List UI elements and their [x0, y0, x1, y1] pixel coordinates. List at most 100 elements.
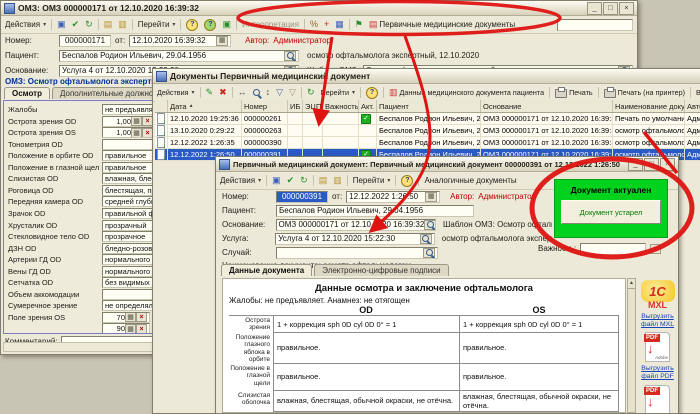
maximize-button[interactable]: □ — [644, 158, 659, 171]
column-header[interactable]: Дата▲ — [168, 100, 242, 112]
copy-button[interactable]: ▤ — [317, 175, 330, 186]
all-documents-menu[interactable]: Все документы▾ — [694, 87, 700, 98]
column-header[interactable]: Важность — [323, 100, 359, 112]
calculator-icon[interactable]: ▦ — [125, 324, 136, 334]
sort-button[interactable]: ↕ — [264, 87, 273, 98]
calculator-icon[interactable]: ▦ — [125, 312, 136, 322]
search-icon[interactable] — [420, 234, 432, 244]
table-row[interactable]: ↓12.10.2020 19:25:36000000261✓Беспалов Р… — [155, 113, 700, 125]
service-field[interactable]: Услуга 4 от 12.10.2020 15:22:30 — [275, 233, 435, 245]
reread-button[interactable]: ↻ — [83, 19, 95, 30]
column-header[interactable]: Номер — [242, 100, 288, 112]
restore-button[interactable]: ↔ — [236, 87, 249, 98]
case-field[interactable] — [276, 247, 438, 259]
scroll-up-icon[interactable]: ▲ — [628, 279, 635, 289]
column-header[interactable]: Наименование документа — [613, 100, 685, 112]
tab-digital-signatures[interactable]: Электронно-цифровые подписи — [314, 264, 448, 276]
calculator-icon[interactable]: ▦ — [131, 128, 142, 138]
percent-button[interactable]: % — [308, 19, 320, 30]
minimize-button[interactable]: _ — [587, 2, 602, 15]
find-button[interactable] — [251, 88, 262, 97]
patient-field[interactable]: Беспалов Родион Ильевич, 29.04.1956 — [276, 205, 474, 217]
delete-button[interactable]: ✖ — [217, 87, 229, 98]
similar-docs-button[interactable]: Аналогичные документы — [422, 175, 518, 186]
actions-menu[interactable]: Действия▾ — [155, 87, 197, 98]
patient-field[interactable]: Беспалов Родион Ильевич, 29.04.1956 — [59, 50, 299, 62]
copy-button[interactable]: ▤ — [102, 19, 115, 30]
close-button[interactable]: × — [660, 158, 675, 171]
refresh-button[interactable]: ↻ — [305, 87, 317, 98]
search-icon[interactable] — [423, 248, 435, 258]
table-row[interactable]: ↓13.10.2020 0:29:22000000263Беспалов Род… — [155, 125, 700, 137]
patient-doc-data-button[interactable]: ▥Данные медицинского документа пациента — [387, 87, 546, 98]
exam-value-field[interactable]: 1,00▦× — [102, 116, 156, 127]
help-button[interactable]: ? — [184, 18, 200, 32]
calendar-icon[interactable]: ▦ — [216, 36, 228, 46]
calendar-icon[interactable]: ▦ — [425, 192, 437, 202]
goto-menu[interactable]: Перейти▾ — [136, 19, 178, 30]
filter-off-button[interactable]: ▽ — [287, 87, 298, 98]
column-header[interactable]: ИБ — [288, 100, 303, 112]
print-button[interactable]: Печать — [553, 86, 595, 99]
save-post-button[interactable]: ▣ — [220, 19, 233, 30]
table-cell: 12.12.2022 1:26:35 — [168, 137, 242, 148]
close-button[interactable]: × — [619, 2, 634, 15]
grid-button[interactable]: ▦ — [333, 19, 346, 30]
table-row[interactable]: ↓12.12.2022 1:26:35000000390Беспалов Род… — [155, 137, 700, 149]
edit-button[interactable]: ✎ — [204, 87, 216, 98]
exam-value-field[interactable]: 70▦× — [102, 312, 150, 323]
date-field[interactable]: 12.12.2022 1:26:50▦ — [346, 191, 440, 203]
export-mxl-link[interactable]: Выгрузить файл MXL — [638, 313, 678, 329]
goto-menu[interactable]: Перейти▾ — [319, 87, 358, 98]
actions-menu[interactable]: Действия▾ — [218, 175, 263, 186]
post-button[interactable]: ✔ — [70, 19, 82, 30]
save-close-button[interactable]: ▣ — [270, 175, 283, 186]
minimize-button[interactable]: _ — [628, 158, 643, 171]
clear-icon[interactable]: × — [136, 324, 147, 334]
add-button[interactable]: + — [322, 19, 331, 30]
help2-button[interactable]: ? — [202, 18, 218, 32]
primary-docs-button[interactable]: ▤Первичные медицинские документы — [367, 19, 517, 30]
number-field[interactable]: 000000171 — [59, 35, 111, 47]
search-icon[interactable] — [424, 220, 436, 230]
column-header[interactable]: ЭЦП — [303, 100, 323, 112]
exam-value-field[interactable]: 90▦× — [102, 323, 150, 334]
filter-button[interactable]: ▽ — [274, 87, 285, 98]
clear-icon[interactable]: × — [650, 244, 661, 254]
goto-menu[interactable]: Перейти▾ — [351, 175, 393, 186]
exam-value-field[interactable]: 1,00▦× — [102, 127, 156, 138]
help-button[interactable]: ? — [399, 174, 415, 188]
print-to-printer-button[interactable]: Печать (на принтер) — [602, 86, 687, 99]
date-field[interactable]: 12.10.2020 16:39:32▦ — [129, 35, 231, 47]
actions-menu[interactable]: Действия▾ — [3, 19, 48, 30]
save-close-button[interactable]: ▣ — [55, 19, 68, 30]
omz-titlebar[interactable]: ОМЗ: ОМЗ 000000171 от 12.10.2020 16:39:3… — [1, 1, 637, 16]
document-outdated-button[interactable]: Документ устарел — [561, 200, 661, 224]
omz-toolbar-input[interactable] — [557, 19, 633, 31]
column-header[interactable]: Акт. — [359, 100, 377, 112]
basis-field[interactable]: ОМЗ 000000171 от 12.10.2020 16:39:32 — [276, 219, 437, 231]
reread-button[interactable]: ↻ — [298, 175, 310, 186]
maximize-button[interactable]: □ — [603, 2, 618, 15]
column-header[interactable]: Автор — [685, 100, 700, 112]
tab-doc-data[interactable]: Данные документа — [221, 264, 312, 276]
search-icon[interactable] — [284, 51, 296, 61]
column-header[interactable]: Пациент — [377, 100, 481, 112]
importance-field[interactable] — [580, 243, 646, 255]
interpretation-button[interactable]: Интерпретация — [240, 19, 301, 30]
number-field[interactable]: 000000391 — [276, 191, 328, 203]
help-button[interactable]: ? — [364, 86, 380, 100]
column-header[interactable]: Основание — [481, 100, 613, 112]
report-scrollbar[interactable]: ▲ — [627, 278, 636, 413]
column-header[interactable] — [155, 100, 168, 112]
export-pdf-link[interactable]: Выгрузить файл PDF — [638, 365, 678, 381]
post-button[interactable]: ✔ — [285, 175, 297, 186]
flag-button[interactable]: ⚑ — [353, 19, 365, 30]
copy2-button[interactable]: ▥ — [116, 19, 129, 30]
clear-icon[interactable]: × — [136, 312, 147, 322]
calculator-icon[interactable]: ▦ — [131, 116, 142, 126]
tab-osmotr[interactable]: Осмотр — [4, 87, 50, 99]
documents-titlebar[interactable]: Документы Первичный медицинский документ — [153, 69, 700, 84]
primary-doc-titlebar[interactable]: Первичный медицинский документ: Первичны… — [216, 157, 678, 172]
copy2-button[interactable]: ▥ — [331, 175, 344, 186]
